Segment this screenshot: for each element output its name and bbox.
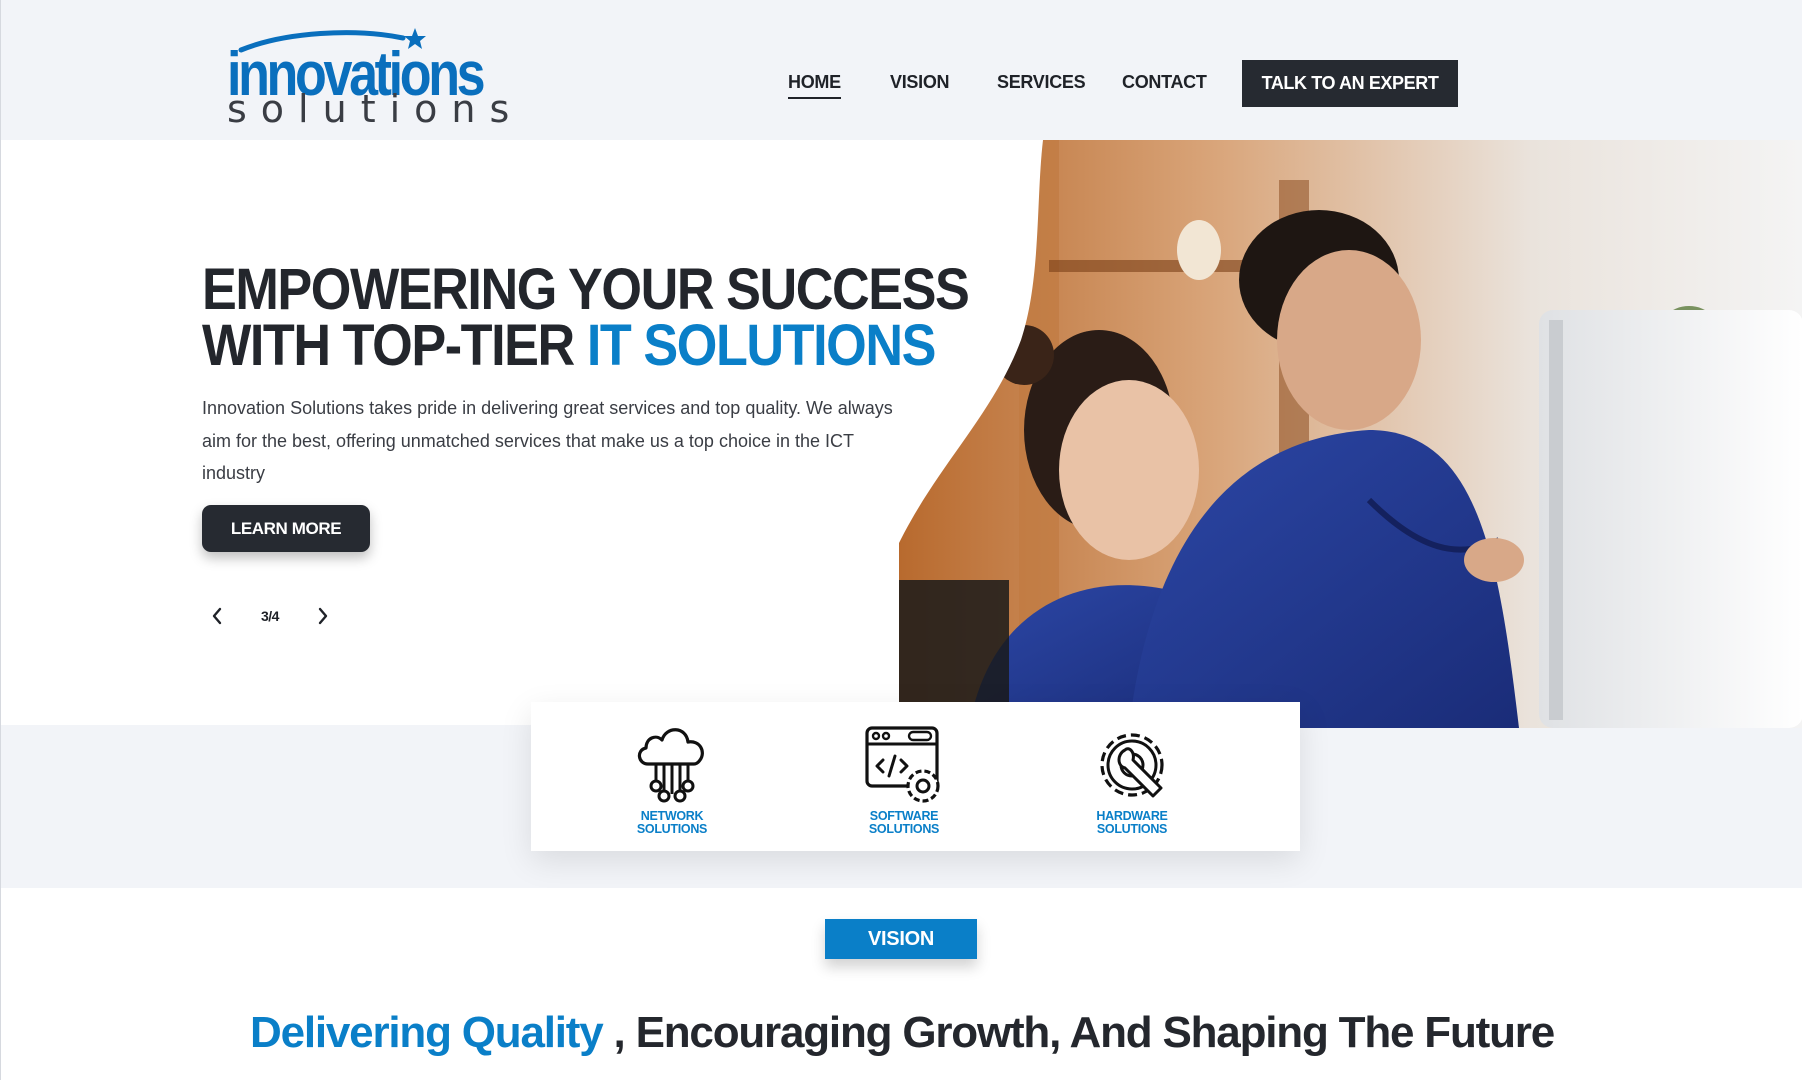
service-network-label-line2: SOLUTIONS xyxy=(636,822,708,836)
service-software-label-line2: SOLUTIONS xyxy=(868,822,940,836)
vision-tagline-rest: , Encouraging Growth, And Shaping The Fu… xyxy=(602,1008,1556,1057)
vision-tag-button[interactable]: VISION xyxy=(825,919,977,959)
chevron-left-icon[interactable] xyxy=(207,606,227,626)
learn-more-button[interactable]: LEARN MORE xyxy=(202,505,370,552)
slider-controls: 3/4 xyxy=(207,606,333,626)
nav-vision-link[interactable]: VISION xyxy=(890,72,950,93)
hero-description: Innovation Solutions takes pride in deli… xyxy=(202,398,893,483)
site-header: innovations solutions HOME VISION SERVIC… xyxy=(1,0,1802,140)
hero-headline-accent: IT SOLUTIONS xyxy=(586,313,937,378)
page: innovations solutions HOME VISION SERVIC… xyxy=(0,0,1802,1080)
service-hardware-label-line1: HARDWARE xyxy=(1096,809,1168,823)
service-hardware[interactable]: HARDWARE SOLUTIONS xyxy=(1052,724,1212,836)
vision-tagline: Delivering Quality , Encouraging Growth,… xyxy=(1,1008,1802,1058)
code-gear-icon xyxy=(865,726,940,803)
service-network-label: NETWORK SOLUTIONS xyxy=(592,810,752,836)
service-network[interactable]: NETWORK SOLUTIONS xyxy=(592,720,752,836)
chevron-right-icon[interactable] xyxy=(313,606,333,626)
slide-counter: 3/4 xyxy=(261,608,279,624)
logo-subtitle: solutions xyxy=(227,87,524,131)
hero-headline-line2: WITH TOP-TIER xyxy=(202,313,587,378)
brand-logo[interactable]: innovations solutions xyxy=(223,26,509,128)
service-software-label: SOFTWARE SOLUTIONS xyxy=(824,810,984,836)
service-software-label-line1: SOFTWARE xyxy=(869,809,939,823)
service-hardware-label: HARDWARE SOLUTIONS xyxy=(1052,810,1212,836)
services-card: NETWORK SOLUTIONS SOFTWARE SOLUTIONS HAR… xyxy=(531,702,1300,851)
service-hardware-label-line2: SOLUTIONS xyxy=(1096,822,1168,836)
talk-to-expert-button[interactable]: TALK TO AN EXPERT xyxy=(1242,60,1458,107)
hero-headline: EMPOWERING YOUR SUCCESS WITH TOP-TIER IT… xyxy=(202,261,970,375)
service-network-label-line1: NETWORK xyxy=(640,809,704,823)
vision-tagline-highlight: Delivering Quality xyxy=(250,1008,604,1057)
nav-contact-link[interactable]: CONTACT xyxy=(1122,72,1207,93)
nav-home-link[interactable]: HOME xyxy=(788,72,841,99)
gear-wrench-icon xyxy=(1100,733,1164,798)
service-software[interactable]: SOFTWARE SOLUTIONS xyxy=(824,724,984,836)
nav-services-link[interactable]: SERVICES xyxy=(997,72,1086,93)
cloud-network-icon xyxy=(637,728,704,803)
